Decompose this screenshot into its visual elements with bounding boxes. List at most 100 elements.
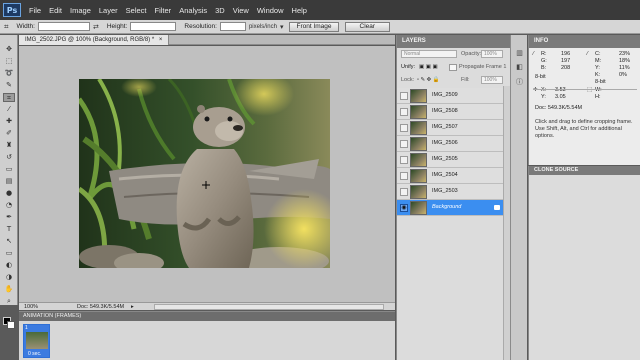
healing-brush-tool-icon[interactable]: ✚ — [3, 117, 15, 126]
info-doc-size: Doc: 549.3K/5.54M — [535, 105, 583, 111]
type-tool-icon[interactable]: T — [3, 225, 15, 234]
menu-3d[interactable]: 3D — [211, 6, 229, 15]
fill-input[interactable]: 100% — [481, 76, 503, 84]
layers-panel-title[interactable]: LAYERS — [397, 35, 526, 48]
3d-camera-tool-icon[interactable]: ◑ — [3, 273, 15, 282]
chevron-down-icon[interactable]: ▾ — [280, 23, 284, 31]
visibility-toggle[interactable] — [400, 188, 408, 196]
blur-tool-icon[interactable]: ● — [3, 189, 15, 198]
menu-layer[interactable]: Layer — [95, 6, 122, 15]
layer-row[interactable]: IMG_2506 — [397, 136, 503, 152]
front-image-button[interactable]: Front Image — [289, 21, 339, 32]
horizontal-scrollbar[interactable] — [154, 304, 384, 310]
layer-row-background[interactable]: ◉ Background — [397, 200, 503, 216]
status-menu-arrow-icon[interactable]: ▸ — [131, 303, 134, 311]
brush-tool-icon[interactable]: ✐ — [3, 129, 15, 138]
layer-thumbnail — [410, 89, 427, 103]
bit-depth-left: 8-bit — [535, 74, 546, 80]
zoom-level[interactable]: 100% — [24, 303, 38, 311]
eyedropper-tool-icon[interactable]: ⁄ — [3, 105, 15, 114]
r-label: R: — [541, 51, 547, 57]
marquee-tool-icon[interactable]: ⬚ — [3, 57, 15, 66]
document-tab[interactable]: IMG_2502.JPG @ 100% (Background, RGB/8) … — [19, 35, 170, 45]
animation-panel: ANIMATION (FRAMES) 1 0 sec. — [19, 311, 395, 360]
fill-label: Fill: — [461, 77, 470, 83]
layer-row[interactable]: IMG_2504 — [397, 168, 503, 184]
menu-analysis[interactable]: Analysis — [175, 6, 211, 15]
height-input[interactable] — [130, 22, 177, 31]
info-readout: ⁄ R: 196 G: 197 B: 208 8-bit ⁄ C: 23% M:… — [529, 49, 640, 109]
visibility-toggle[interactable] — [400, 92, 408, 100]
layer-row[interactable]: IMG_2507 — [397, 120, 503, 136]
visibility-toggle[interactable] — [400, 156, 408, 164]
otter-photo[interactable] — [79, 79, 330, 268]
menu-help[interactable]: Help — [288, 6, 311, 15]
frame-delay[interactable]: 0 sec. — [28, 351, 41, 357]
opacity-input[interactable]: 100% — [481, 50, 503, 58]
toolbox: ✥ ⬚ ➰ ✎ ⌗ ⁄ ✚ ✐ ♜ ↺ ▭ ▤ ● ◔ ✒ T ↖ ▭ ◐ ◑ … — [0, 35, 18, 329]
layer-row[interactable]: IMG_2503 — [397, 184, 503, 200]
menu-file[interactable]: File — [25, 6, 45, 15]
pen-tool-icon[interactable]: ✒ — [3, 213, 15, 222]
navigator-panel-icon[interactable]: ◧ — [514, 63, 525, 73]
m-value: 18% — [619, 58, 631, 64]
menu-bar: Ps File Edit Image Layer Select Filter A… — [0, 0, 640, 20]
quick-select-tool-icon[interactable]: ✎ — [3, 81, 15, 90]
move-tool-icon[interactable]: ✥ — [3, 45, 15, 54]
crop-tool-preset-icon[interactable]: ⌗ — [4, 22, 9, 32]
collapsed-panels-strip: ▥ ◧ ⓘ — [510, 35, 527, 360]
dodge-tool-icon[interactable]: ◔ — [3, 201, 15, 210]
width-input[interactable] — [37, 22, 90, 31]
propagate-checkbox[interactable] — [449, 64, 457, 71]
visibility-toggle[interactable] — [400, 140, 408, 148]
histogram-panel-icon[interactable]: ▥ — [514, 49, 525, 59]
menu-filter[interactable]: Filter — [151, 6, 176, 15]
visibility-toggle[interactable] — [400, 172, 408, 180]
resolution-unit-select[interactable]: pixels/inch — [249, 24, 277, 30]
history-brush-tool-icon[interactable]: ↺ — [3, 153, 15, 162]
gradient-tool-icon[interactable]: ▤ — [3, 177, 15, 186]
hand-tool-icon[interactable]: ✋ — [3, 285, 15, 294]
menu-view[interactable]: View — [229, 6, 253, 15]
close-icon[interactable]: × — [159, 37, 163, 43]
clone-stamp-tool-icon[interactable]: ♜ — [3, 141, 15, 150]
lock-icons[interactable]: ▫ ✎ ✥ 🔒 — [417, 77, 440, 83]
path-selection-tool-icon[interactable]: ↖ — [3, 237, 15, 246]
crop-tool-icon[interactable]: ⌗ — [3, 93, 15, 102]
layer-name: IMG_2506 — [432, 140, 458, 146]
zoom-tool-icon[interactable]: ⌕ — [3, 297, 15, 306]
menu-select[interactable]: Select — [122, 6, 151, 15]
b-label: B: — [541, 65, 547, 71]
layer-name: IMG_2504 — [432, 172, 458, 178]
y-value: 11% — [619, 65, 630, 71]
blend-mode-select[interactable]: Normal — [401, 50, 457, 58]
layer-row[interactable]: IMG_2509 — [397, 88, 503, 104]
layer-row[interactable]: IMG_2508 — [397, 104, 503, 120]
menu-window[interactable]: Window — [253, 6, 288, 15]
unify-label: Unify: — [401, 64, 416, 70]
background-color-swatch[interactable] — [7, 321, 15, 329]
height-label: Height: — [106, 23, 128, 30]
layer-row[interactable]: IMG_2505 — [397, 152, 503, 168]
color-swatches[interactable] — [3, 317, 15, 329]
unify-icons[interactable]: ▣ ▣ ▣ — [419, 64, 438, 70]
clone-source-title[interactable]: CLONE SOURCE — [529, 166, 640, 175]
visibility-toggle[interactable] — [400, 108, 408, 116]
swap-dimensions-icon[interactable]: ⇄ — [93, 23, 99, 31]
menu-image[interactable]: Image — [66, 6, 95, 15]
clear-button[interactable]: Clear — [344, 21, 391, 32]
info-panel-title[interactable]: INFO — [529, 35, 640, 48]
menu-edit[interactable]: Edit — [45, 6, 66, 15]
width-label: Width: — [16, 23, 35, 30]
shape-tool-icon[interactable]: ▭ — [3, 249, 15, 258]
crosshair-icon: ✛ — [533, 87, 538, 93]
eraser-tool-icon[interactable]: ▭ — [3, 165, 15, 174]
3d-rotate-tool-icon[interactable]: ◐ — [3, 261, 15, 270]
resolution-input[interactable] — [219, 22, 246, 31]
visibility-toggle[interactable] — [400, 124, 408, 132]
layer-name: Background — [432, 204, 462, 210]
animation-frame[interactable]: 1 0 sec. — [23, 324, 50, 358]
lasso-tool-icon[interactable]: ➰ — [3, 69, 15, 78]
eye-icon[interactable]: ◉ — [400, 204, 408, 212]
info-panel-icon[interactable]: ⓘ — [514, 77, 525, 87]
